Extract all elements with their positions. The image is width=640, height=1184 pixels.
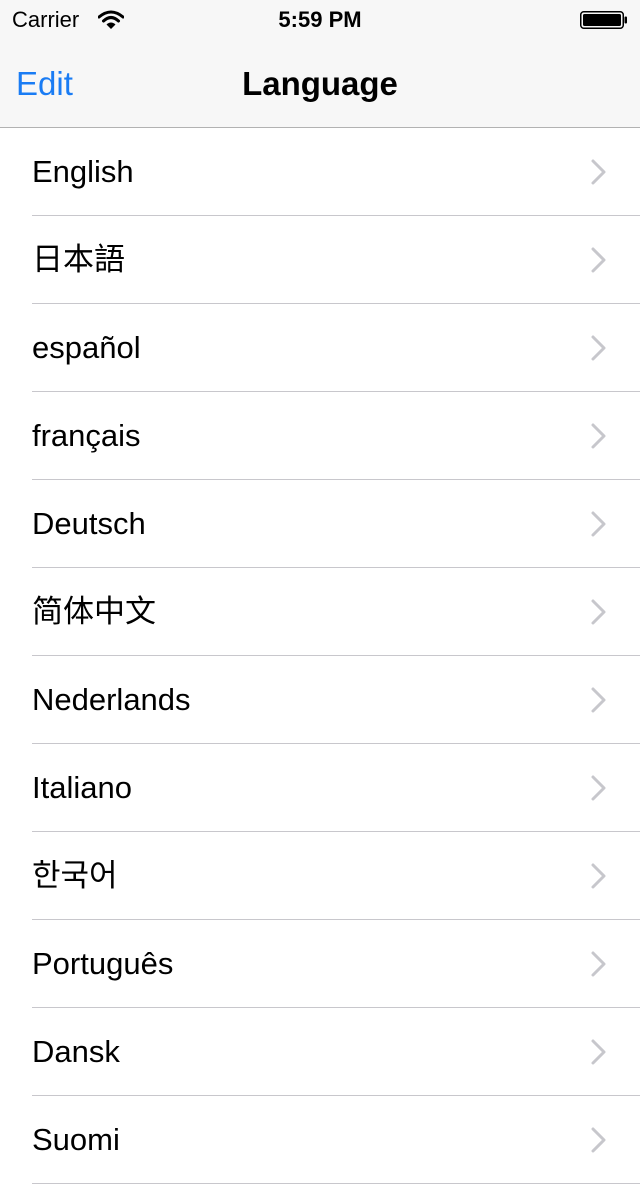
chevron-right-icon (591, 247, 606, 273)
language-label: English (32, 154, 134, 189)
language-label: français (32, 418, 141, 453)
chevron-right-icon (591, 951, 606, 977)
battery-icon (580, 11, 627, 29)
chevron-right-icon (591, 599, 606, 625)
language-label: 日本語 (32, 242, 125, 277)
chevron-right-icon (591, 511, 606, 537)
status-time: 5:59 PM (278, 7, 362, 32)
language-row-portuguese[interactable]: Português (0, 920, 640, 1008)
language-label: Suomi (32, 1122, 120, 1157)
chevron-right-icon (591, 423, 606, 449)
language-label: 한국어 (32, 858, 118, 893)
language-row-spanish[interactable]: español (0, 304, 640, 392)
language-row-finnish[interactable]: Suomi (0, 1096, 640, 1184)
status-bar: Carrier 5:59 PM (0, 0, 640, 40)
language-row-german[interactable]: Deutsch (0, 480, 640, 568)
language-label: Italiano (32, 770, 132, 805)
language-label: Deutsch (32, 506, 146, 541)
language-row-dutch[interactable]: Nederlands (0, 656, 640, 744)
top-bar: Carrier 5:59 PM Edit Language (0, 0, 640, 128)
language-list: English 日本語 español français Deutsch 简体中… (0, 128, 640, 1184)
language-row-japanese[interactable]: 日本語 (0, 216, 640, 304)
language-row-danish[interactable]: Dansk (0, 1008, 640, 1096)
language-label: Nederlands (32, 682, 191, 717)
language-label: 简体中文 (32, 594, 156, 629)
language-label: español (32, 330, 141, 365)
language-row-simplified-chinese[interactable]: 简体中文 (0, 568, 640, 656)
language-row-english[interactable]: English (0, 128, 640, 216)
language-label: Dansk (32, 1034, 120, 1069)
language-row-italian[interactable]: Italiano (0, 744, 640, 832)
chevron-right-icon (591, 863, 606, 889)
page-title: Language (242, 65, 398, 102)
chevron-right-icon (591, 335, 606, 361)
chevron-right-icon (591, 1127, 606, 1153)
navigation-bar: Edit Language (0, 40, 640, 128)
chevron-right-icon (591, 775, 606, 801)
language-row-french[interactable]: français (0, 392, 640, 480)
language-row-korean[interactable]: 한국어 (0, 832, 640, 920)
language-label: Português (32, 946, 174, 981)
chevron-right-icon (591, 159, 606, 185)
chevron-right-icon (591, 687, 606, 713)
chevron-right-icon (591, 1039, 606, 1065)
